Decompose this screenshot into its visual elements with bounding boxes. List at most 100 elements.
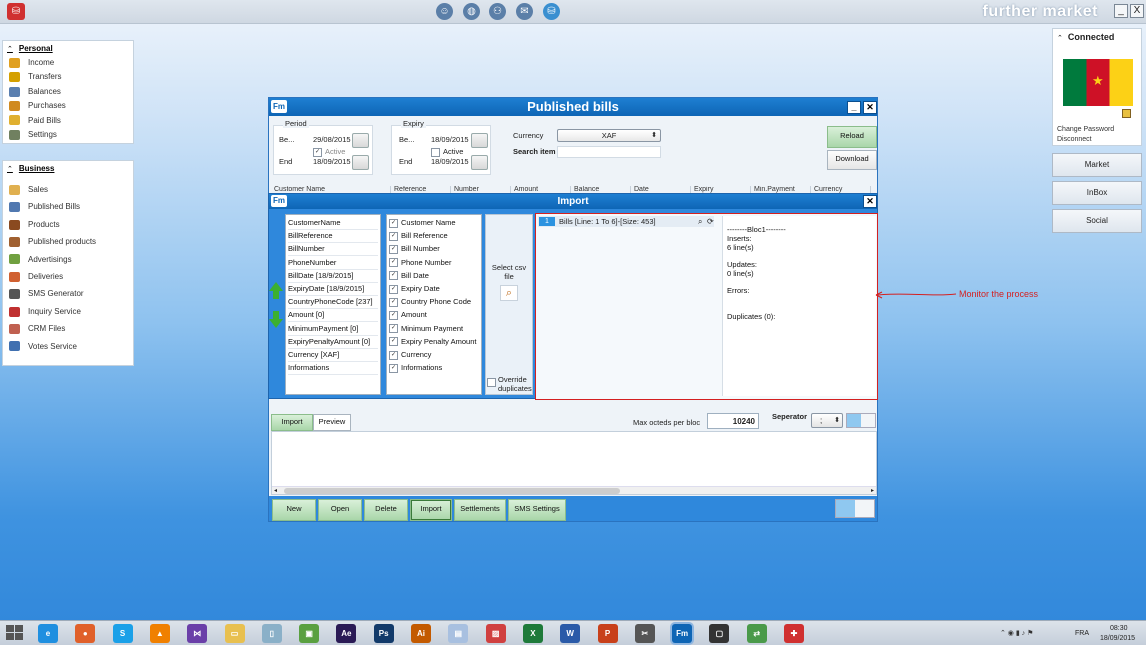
sidebar-personal-heading[interactable]: ⌃ Personal <box>7 44 53 53</box>
collapse-chevron-icon[interactable]: ⌃ <box>7 166 13 173</box>
scrollbar-thumb[interactable] <box>284 488 620 494</box>
open-button[interactable]: Open <box>318 499 362 521</box>
source-field-item[interactable]: ExpiryPenaltyAmount [0] <box>288 336 378 349</box>
source-field-item[interactable]: Currency [XAF] <box>288 349 378 362</box>
clock-time[interactable]: 08:30 <box>1110 625 1128 632</box>
photoshop-icon[interactable]: Ps <box>373 624 394 643</box>
import-log-area[interactable]: ◂ ▸ <box>271 431 877 495</box>
source-field-item[interactable]: Informations <box>288 362 378 376</box>
currency-select[interactable]: XAF ⬍ <box>557 129 661 142</box>
select-csv-button[interactable]: ⌕ <box>500 285 518 301</box>
move-up-arrow-icon[interactable] <box>269 282 283 300</box>
source-field-item[interactable]: ExpiryDate [18/9/2015] <box>288 283 378 296</box>
sidebar-item-crm-files[interactable]: CRM Files <box>9 322 65 335</box>
target-field-item[interactable]: ✓ Bill Reference <box>389 230 448 242</box>
skype-icon[interactable]: S <box>112 624 133 643</box>
excel-icon[interactable]: X <box>522 624 543 643</box>
target-field-item[interactable]: ✓ Bill Date <box>389 270 429 282</box>
target-field-item[interactable]: ✓ Country Phone Code <box>389 296 471 308</box>
powerpoint-icon[interactable]: P <box>597 624 618 643</box>
source-field-item[interactable]: BillDate [18/9/2015] <box>288 270 378 283</box>
checkbox-icon[interactable]: ✓ <box>389 244 398 254</box>
checkbox-icon[interactable]: ✓ <box>389 231 398 241</box>
clock-date[interactable]: 18/09/2015 <box>1100 635 1135 642</box>
target-field-item[interactable]: ✓ Minimum Payment <box>389 323 463 335</box>
tab-preview[interactable]: Preview <box>313 414 351 431</box>
market-button[interactable]: Market <box>1052 153 1142 177</box>
checkbox-icon[interactable]: ✓ <box>389 324 398 334</box>
sidebar-item-sms-generator[interactable]: SMS Generator <box>9 287 84 300</box>
basket-logo-icon[interactable]: ⛁ <box>7 3 25 20</box>
firefox-icon[interactable]: ● <box>75 624 96 643</box>
document-icon[interactable]: ▤ <box>448 624 469 643</box>
expiry-end-calendar-button[interactable] <box>471 155 488 170</box>
target-field-item[interactable]: ✓ Bill Number <box>389 243 440 255</box>
sidebar-item-products[interactable]: Products <box>9 218 60 231</box>
checkbox-icon[interactable]: ✓ <box>389 350 398 360</box>
word-icon[interactable]: W <box>560 624 581 643</box>
sidebar-item-paid-bills[interactable]: Paid Bills <box>9 114 61 127</box>
inbox-button[interactable]: InBox <box>1052 181 1142 205</box>
checkbox-icon[interactable]: ✓ <box>389 310 398 320</box>
expiry-begin-calendar-button[interactable] <box>471 133 488 148</box>
period-begin-calendar-button[interactable] <box>352 133 369 148</box>
override-duplicates-checkbox[interactable]: Override duplicates <box>487 375 533 393</box>
minimize-button[interactable]: _ <box>1114 4 1128 18</box>
delete-button[interactable]: Delete <box>364 499 408 521</box>
edit-icon[interactable] <box>1122 109 1131 118</box>
tray-icons[interactable]: ⌃ ◉ ▮ ♪ ⚑ <box>1000 629 1033 637</box>
source-field-item[interactable]: MinimumPayment [0] <box>288 323 378 336</box>
start-button[interactable] <box>6 625 24 642</box>
close-button[interactable]: ✕ <box>863 101 877 114</box>
sidebar-item-income[interactable]: Income <box>9 56 54 69</box>
visual-studio-icon[interactable]: ⋈ <box>187 624 208 643</box>
scroll-left-icon[interactable]: ◂ <box>274 487 277 495</box>
settlements-button[interactable]: Settlements <box>454 499 506 521</box>
period-end-date[interactable]: 18/09/2015 <box>313 157 351 167</box>
shield-icon[interactable]: ✚ <box>784 624 804 643</box>
checkbox-icon[interactable]: ✓ <box>389 258 398 268</box>
sms-settings-button[interactable]: SMS Settings <box>508 499 566 521</box>
collapse-chevron-icon[interactable]: ⌃ <box>1057 35 1063 42</box>
source-field-item[interactable]: BillReference <box>288 230 378 244</box>
move-down-arrow-icon[interactable] <box>269 311 283 329</box>
bottom-toggle-switch[interactable] <box>835 499 875 518</box>
sidebar-item-published-products[interactable]: Published products <box>9 235 96 248</box>
close-button[interactable]: ✕ <box>863 195 877 208</box>
checkbox-icon[interactable]: ✓ <box>389 271 398 281</box>
source-field-item[interactable]: BillNumber <box>288 243 378 257</box>
period-end-calendar-button[interactable] <box>352 155 369 170</box>
social-button[interactable]: Social <box>1052 209 1142 233</box>
tools-icon[interactable]: ✂ <box>634 624 655 643</box>
sidebar-item-deliveries[interactable]: Deliveries <box>9 270 63 283</box>
checkbox-icon[interactable]: ✓ <box>389 337 398 347</box>
sidebar-item-sales[interactable]: Sales <box>9 183 48 196</box>
basket-icon[interactable]: ⛁ <box>543 3 560 20</box>
source-fields-list[interactable]: CustomerName BillReference BillNumber Phone… <box>285 214 381 395</box>
period-begin-date[interactable]: 29/08/2015 <box>313 135 351 145</box>
collapse-chevron-icon[interactable]: ⌃ <box>7 46 13 53</box>
reload-button[interactable]: Reload <box>827 126 877 148</box>
close-button[interactable]: X <box>1130 4 1144 18</box>
refresh-icon[interactable]: ⟳ <box>707 216 714 227</box>
expiry-begin-date[interactable]: 18/09/2015 <box>431 135 469 145</box>
tab-import[interactable]: Import <box>271 414 313 431</box>
target-field-item[interactable]: ✓ Informations <box>389 362 442 374</box>
globe-icon[interactable]: ◍ <box>463 3 480 20</box>
sidebar-item-settings[interactable]: Settings <box>9 128 57 141</box>
language-indicator[interactable]: FRA <box>1075 630 1089 637</box>
expiry-active-checkbox[interactable]: Active <box>431 147 463 157</box>
source-field-item[interactable]: Amount [0] <box>288 309 378 323</box>
period-active-checkbox[interactable]: ✓ Active <box>313 147 345 157</box>
sidebar-item-balances[interactable]: Balances <box>9 85 61 98</box>
download-button[interactable]: Download <box>827 150 877 170</box>
vlc-icon[interactable]: ▲ <box>149 624 170 643</box>
search-input[interactable] <box>557 146 661 158</box>
toggle-switch[interactable] <box>846 413 876 428</box>
further-market-icon[interactable]: Fm <box>672 624 693 643</box>
after-effects-icon[interactable]: Ae <box>336 624 357 643</box>
horizontal-scrollbar[interactable]: ◂ ▸ <box>272 486 876 494</box>
change-password-link[interactable]: Change Password <box>1057 126 1114 133</box>
bill-block-row[interactable]: 1 Bills [Line: 1 To 6]-[Size: 453] ⌕ ⟳ <box>538 216 714 227</box>
target-field-item[interactable]: ✓ Expiry Date <box>389 283 440 295</box>
